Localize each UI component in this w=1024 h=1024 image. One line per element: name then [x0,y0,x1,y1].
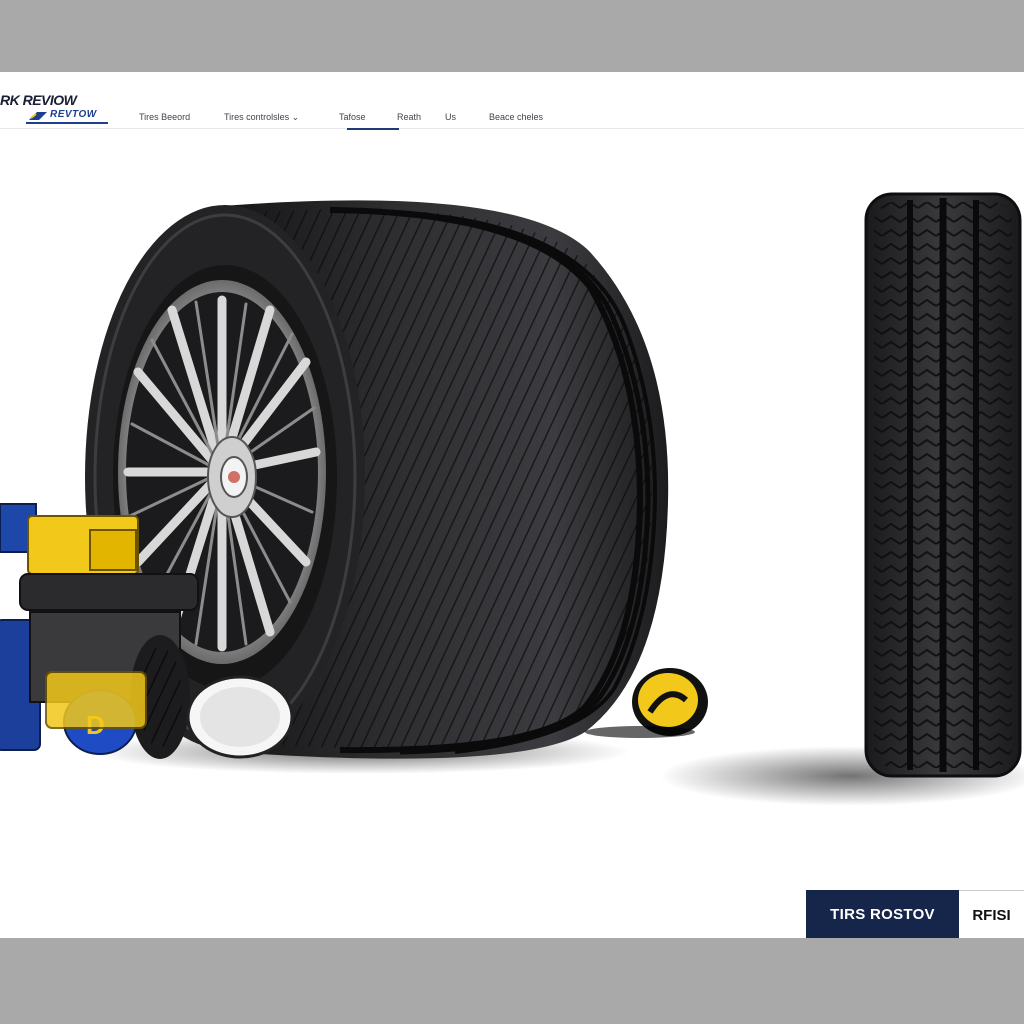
nav-item-tires-controlsles[interactable]: Tires controlsles ⌄ [224,112,299,123]
nav-item-tires-beeord[interactable]: Tires Beeord [139,112,190,122]
side-tire [864,192,1022,778]
logo-subtext: REVTOW [50,109,97,120]
nav-item-tafose[interactable]: Tafose [339,112,366,122]
top-navbar: RK REVIOW REVTOW Tires Beeord Tires cont… [0,72,1024,129]
hero-illustration: D [0,192,1024,806]
nav-item-us[interactable]: Us [445,112,456,122]
swoosh-icon [29,112,47,120]
top-band [0,0,1024,72]
bottom-band [0,938,1024,1024]
active-tab-indicator [347,128,399,130]
brand-logo[interactable]: RK REVIOW REVTOW [0,90,120,124]
badge-primary-button[interactable]: TIRS ROSTOV [806,890,959,938]
logo-text: RK REVIOW [0,92,77,108]
nav-item-reath[interactable]: Reath [397,112,421,122]
nav-item-beace-cheles[interactable]: Beace cheles [489,112,543,122]
footer-badge: TIRS ROSTOV RFISI [806,890,1024,938]
page: D RK REVIOW R [0,72,1024,938]
badge-secondary-button[interactable]: RFISI [959,890,1024,938]
